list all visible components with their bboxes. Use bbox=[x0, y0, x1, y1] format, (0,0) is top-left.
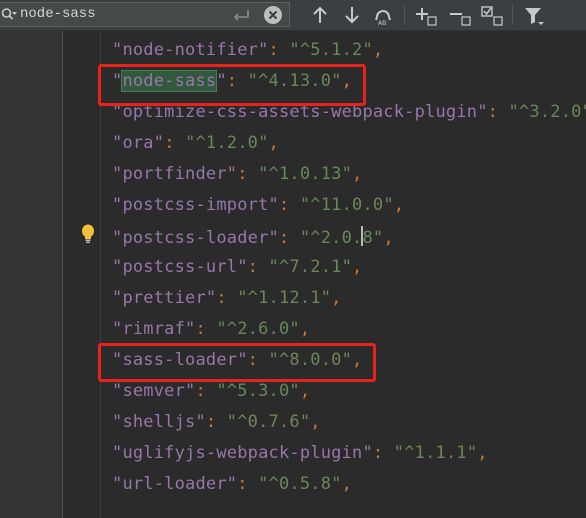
code-editor[interactable]: "node-notifier": "^5.1.2", "node-sass": … bbox=[112, 40, 586, 505]
arrow-up-icon[interactable] bbox=[309, 4, 331, 26]
find-toolbar: node-sass AB bbox=[0, 0, 586, 31]
code-line: "postcss-url": "^7.2.1", bbox=[112, 257, 363, 277]
svg-text:AB: AB bbox=[378, 20, 386, 26]
code-line: "portfinder": "^1.0.13", bbox=[112, 164, 363, 184]
toolbar-separator bbox=[512, 5, 513, 25]
clear-search-icon[interactable] bbox=[264, 6, 282, 24]
search-field[interactable]: node-sass bbox=[0, 2, 290, 27]
code-line: "ora": "^1.2.0", bbox=[112, 133, 279, 153]
search-input[interactable]: node-sass bbox=[20, 6, 96, 22]
remove-selection-icon[interactable] bbox=[449, 4, 471, 26]
annotation-box-sass-loader bbox=[98, 343, 376, 382]
code-line: "prettier": "^1.12.1", bbox=[112, 288, 342, 308]
enter-icon[interactable] bbox=[230, 7, 252, 23]
editor-gutter bbox=[0, 31, 62, 518]
code-line: "optimize-css-assets-webpack-plugin": "^… bbox=[112, 102, 586, 122]
select-all-icon[interactable] bbox=[481, 4, 503, 26]
filter-icon[interactable] bbox=[522, 4, 544, 26]
toolbar-separator bbox=[404, 5, 405, 25]
code-line: "postcss-import": "^11.0.0", bbox=[112, 195, 405, 215]
annotation-box-node-sass bbox=[98, 64, 366, 106]
code-line: "uglifyjs-webpack-plugin": "^1.1.1", bbox=[112, 443, 488, 463]
arrow-down-icon[interactable] bbox=[341, 4, 363, 26]
lightbulb-icon[interactable] bbox=[80, 224, 96, 244]
gutter-divider bbox=[62, 31, 63, 518]
code-line: "shelljs": "^0.7.6", bbox=[112, 412, 321, 432]
find-all-occurrences-icon[interactable]: AB bbox=[372, 4, 394, 26]
code-line: "postcss-loader": "^2.0.8", bbox=[112, 226, 394, 248]
add-selection-icon[interactable] bbox=[415, 4, 437, 26]
code-line: "url-loader": "^0.5.8", bbox=[112, 474, 353, 494]
search-icon[interactable] bbox=[1, 7, 17, 23]
code-line: "semver": "^5.3.0", bbox=[112, 381, 311, 401]
